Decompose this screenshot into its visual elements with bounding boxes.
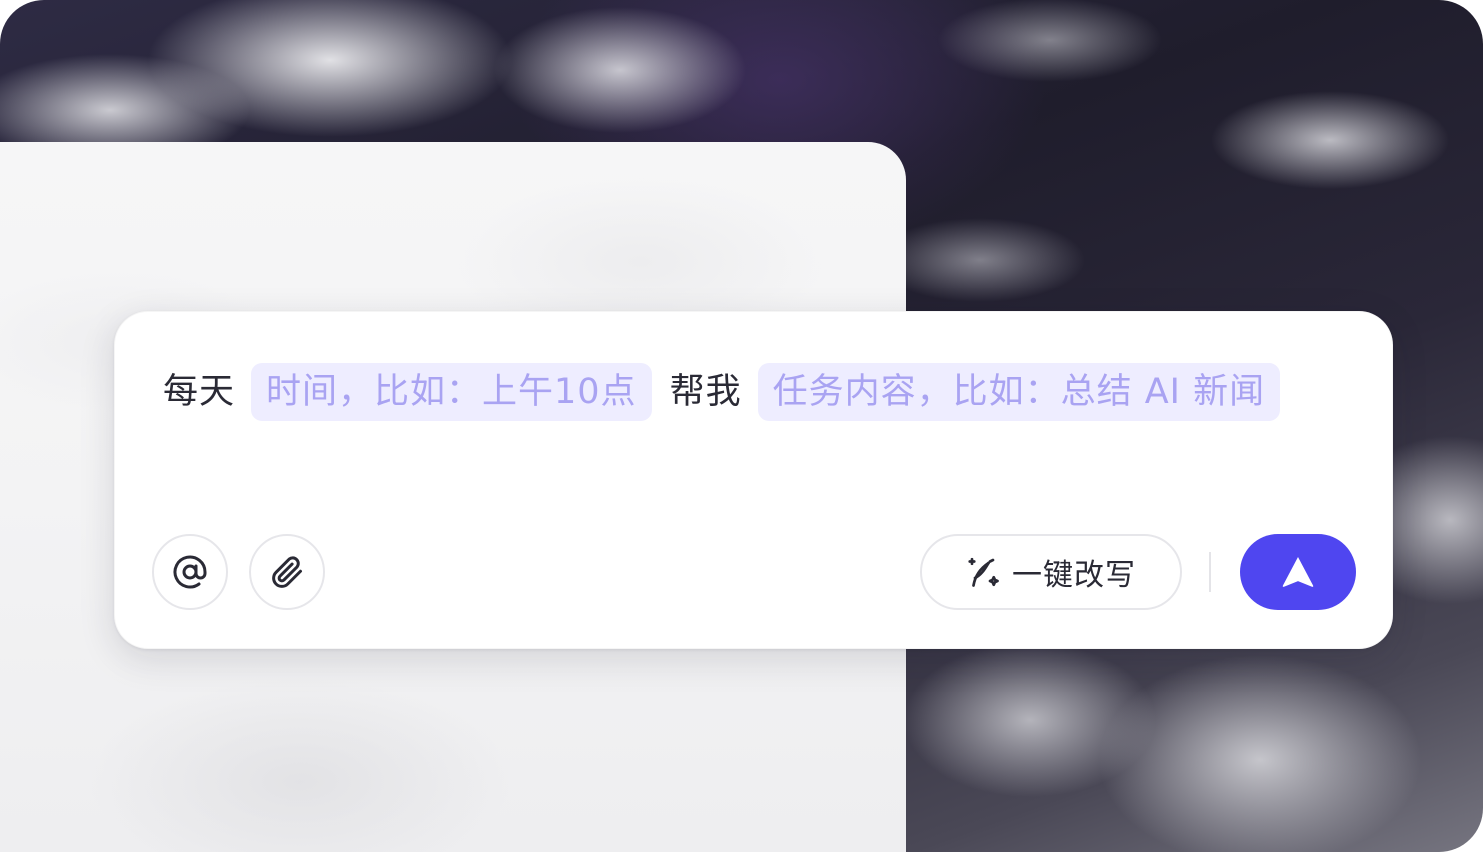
prompt-template-row: 每天 时间，比如：上午10点 帮我 任务内容，比如：总结 AI 新闻 xyxy=(163,362,1281,422)
prompt-prefix: 每天 xyxy=(163,372,236,412)
send-arrow-icon xyxy=(1282,557,1314,587)
send-button[interactable] xyxy=(1240,534,1356,610)
paperclip-icon xyxy=(272,556,302,588)
toolbar-divider xyxy=(1209,552,1211,592)
rewrite-button[interactable]: 一键改写 xyxy=(920,534,1182,610)
task-slot-input[interactable]: 任务内容，比如：总结 AI 新闻 xyxy=(757,363,1281,421)
at-icon xyxy=(173,555,207,589)
mention-button[interactable] xyxy=(152,534,228,610)
rewrite-label: 一键改写 xyxy=(1012,558,1136,593)
sparkle-pen-icon xyxy=(968,557,999,587)
attach-button[interactable] xyxy=(249,534,325,610)
task-input-card: 每天 时间，比如：上午10点 帮我 任务内容，比如：总结 AI 新闻 一键改写 xyxy=(114,311,1393,649)
time-slot-input[interactable]: 时间，比如：上午10点 xyxy=(251,363,652,421)
prompt-middle: 帮我 xyxy=(669,372,742,412)
